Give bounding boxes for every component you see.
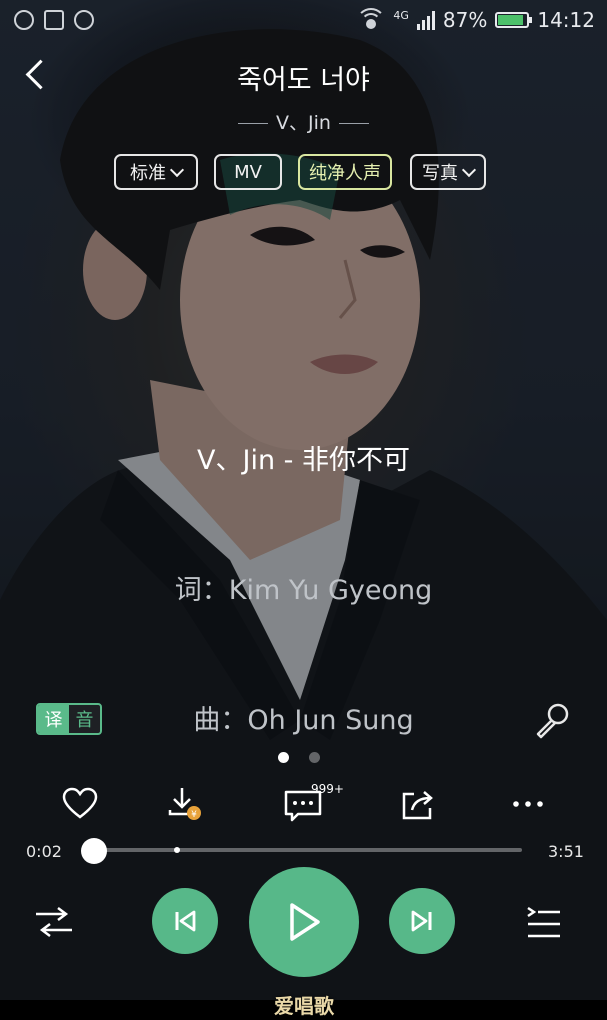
page-indicator [278,752,320,763]
skip-previous-icon [175,910,196,932]
more-icon[interactable] [506,782,550,826]
play-icon [290,903,320,941]
comment-count-badge: 999+ [311,782,344,796]
page-dot-active [278,752,289,763]
image-icon [44,10,64,30]
microphone-icon[interactable] [528,700,572,740]
elapsed-time: 0:02 [26,842,62,861]
signal-icon [416,10,435,30]
playlist-icon[interactable] [524,904,564,940]
battery-percent: 87% [442,8,488,32]
watermark: 爱唱歌 [274,994,334,1018]
phonetic-option[interactable]: 音 [69,705,100,733]
translate-toggle[interactable]: 译 音 [36,703,102,735]
quality-label: 标准 [130,163,166,184]
shuffle-icon[interactable] [34,904,74,940]
page-dot [309,752,320,763]
buffer-marker [174,847,180,853]
chevron-down-icon [169,162,185,177]
artist-name[interactable]: V、Jin [0,108,607,135]
pure-vocal-button[interactable]: 纯净人声 [298,154,392,190]
svg-text:¥: ¥ [191,810,197,820]
lyric-line[interactable]: 词：Kim Yu Gyeong [0,568,607,607]
progress-bar[interactable] [90,848,522,852]
status-bar: 4G 87% 14:12 [0,0,607,44]
no-disturb-icon [74,10,94,30]
next-button[interactable] [389,888,455,954]
chevron-down-icon [461,162,477,177]
translate-option[interactable]: 译 [38,705,69,733]
quality-dropdown[interactable]: 标准 [114,154,198,190]
download-icon[interactable]: ¥ [162,782,206,826]
song-title: 죽어도 너야 [237,65,370,96]
photo-label: 写真 [422,163,458,184]
mv-button[interactable]: MV [214,154,282,190]
skip-next-icon [411,910,432,932]
wifi-icon [356,8,387,30]
network-label: 4G [393,8,409,22]
lyric-line-current[interactable]: V、Jin - 非你不可 [0,438,607,477]
share-icon[interactable] [396,782,440,826]
previous-button[interactable] [152,888,218,954]
hotspot-icon [14,10,34,30]
clock: 14:12 [537,8,595,32]
battery-icon [495,12,533,28]
mv-label: MV [234,161,262,183]
pure-vocal-label: 纯净人声 [309,163,381,184]
play-button[interactable] [249,867,359,977]
total-time: 3:51 [548,842,584,861]
heart-icon[interactable] [58,782,102,826]
photo-dropdown[interactable]: 写真 [410,154,486,190]
